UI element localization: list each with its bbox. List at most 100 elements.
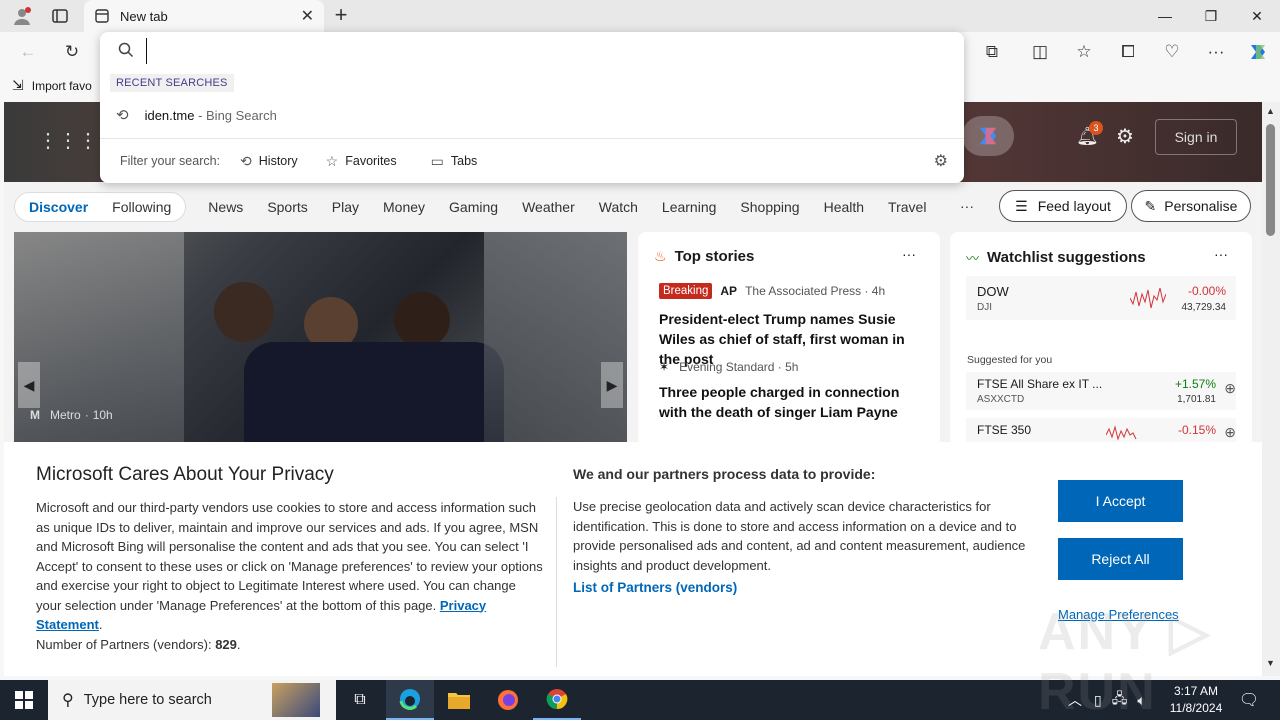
personalise-button[interactable]: ✎ Personalise	[1131, 190, 1251, 222]
watchlist-header: 〰 Watchlist suggestions	[966, 248, 1146, 267]
hero-prev-button[interactable]: ◀	[18, 362, 40, 408]
hero-source-line: M Metro · 10h	[30, 408, 113, 422]
top-stories-card: ♨ Top stories ··· Breaking AP The Associ…	[638, 232, 940, 442]
refresh-button[interactable]: ↻	[56, 36, 88, 68]
tab-title: New tab	[120, 8, 168, 24]
nav-tab-gaming[interactable]: Gaming	[437, 193, 510, 221]
partners-list-link[interactable]: List of Partners (vendors)	[573, 580, 737, 595]
extensions-icon[interactable]: ⧉	[976, 36, 1008, 68]
split-screen-icon[interactable]: ◫	[1024, 36, 1056, 68]
nav-group-pill: Discover Following	[14, 192, 187, 222]
hero-story-card[interactable]: ◀ ▶ M Metro · 10h	[14, 232, 627, 442]
address-bar-input[interactable]	[146, 38, 946, 64]
breaking-badge: Breaking	[659, 283, 713, 299]
accept-button[interactable]: I Accept	[1058, 480, 1183, 522]
minimize-button[interactable]: —	[1142, 0, 1188, 32]
scroll-up-arrow-icon[interactable]: ▲	[1266, 106, 1275, 116]
filter-history-label: History	[258, 154, 298, 168]
nav-tab-news[interactable]: News	[196, 193, 255, 221]
nav-tab-following[interactable]: Following	[100, 193, 183, 221]
tab-new-tab[interactable]: New tab ✕	[84, 0, 324, 32]
nav-tab-travel[interactable]: Travel	[876, 193, 938, 221]
search-settings-gear-icon[interactable]: ⚙	[934, 151, 948, 171]
search-suggestion-item[interactable]: ⟲ iden.tme - Bing Search	[100, 100, 964, 130]
flame-icon: ♨	[654, 248, 667, 264]
apps-grid-icon[interactable]: ⋮⋮⋮	[38, 128, 98, 153]
metro-logo-icon: M	[30, 408, 40, 422]
collections-icon[interactable]: ⧠	[1112, 36, 1144, 68]
nav-tab-play[interactable]: Play	[320, 193, 371, 221]
scroll-down-arrow-icon[interactable]: ▼	[1266, 658, 1275, 668]
page-scrollbar[interactable]: ▲ ▼	[1262, 102, 1280, 676]
profile-icon[interactable]	[8, 4, 36, 28]
nav-tab-watch[interactable]: Watch	[587, 193, 650, 221]
close-window-button[interactable]: ✕	[1234, 0, 1280, 32]
close-tab-icon[interactable]: ✕	[301, 6, 314, 26]
top-stories-more-icon[interactable]: ···	[902, 246, 916, 262]
favorites-star-icon[interactable]: ☆	[1068, 36, 1100, 68]
sign-in-button[interactable]: Sign in	[1155, 119, 1237, 155]
story-2-headline[interactable]: Three people charged in connection with …	[659, 382, 924, 422]
task-view-button[interactable]: ⧉	[336, 680, 384, 720]
recent-searches-label: RECENT SEARCHES	[110, 74, 234, 92]
nav-tab-money[interactable]: Money	[371, 193, 437, 221]
watchlist-row-ftse-350[interactable]: FTSE 350 -0.15% ⊕	[966, 418, 1236, 442]
browser-essentials-icon[interactable]: ♡	[1156, 36, 1188, 68]
scroll-thumb[interactable]	[1266, 124, 1275, 236]
story-1-meta: Breaking AP The Associated Press · 4h	[659, 283, 885, 299]
import-favorites-button[interactable]: ⇲ Import favo	[12, 77, 92, 94]
nav-tab-discover[interactable]: Discover	[17, 193, 100, 221]
ftse-350-sparkline	[1106, 425, 1137, 441]
nav-more-button[interactable]: ···	[960, 198, 974, 214]
ftse-350-name: FTSE 350	[977, 423, 1032, 437]
filter-favorites-label: Favorites	[345, 154, 397, 168]
new-tab-button[interactable]: +	[330, 4, 352, 28]
settings-more-icon[interactable]: ···	[1200, 36, 1232, 68]
firefox-icon[interactable]	[484, 680, 532, 720]
privacy-consent-banner: Microsoft Cares About Your Privacy Micro…	[4, 442, 1262, 720]
nav-tab-weather[interactable]: Weather	[510, 193, 587, 221]
ftse-all-change: +1.57%	[1174, 377, 1216, 391]
hero-source: Metro	[50, 408, 81, 422]
nav-tab-health[interactable]: Health	[812, 193, 876, 221]
nav-tab-learning[interactable]: Learning	[650, 193, 729, 221]
taskbar-search-box[interactable]: ⚲ Type here to search	[48, 680, 336, 720]
chrome-icon[interactable]	[533, 680, 581, 720]
nav-tab-shopping[interactable]: Shopping	[728, 193, 811, 221]
copilot-icon[interactable]	[1242, 36, 1274, 68]
add-ftse-350-icon[interactable]: ⊕	[1224, 424, 1236, 441]
dow-sub: DJI	[977, 302, 992, 313]
filter-tabs-button[interactable]: ▭ Tabs	[431, 153, 478, 170]
back-button[interactable]: ←	[12, 36, 44, 68]
start-button[interactable]	[0, 680, 48, 720]
add-to-watchlist-icon[interactable]: ⊕	[1224, 380, 1236, 397]
copilot-header-icon[interactable]	[962, 116, 1014, 156]
feed-layout-button[interactable]: ☰ Feed layout	[999, 190, 1127, 222]
privacy-body-text: Microsoft and our third-party vendors us…	[36, 500, 543, 613]
watchlist-more-icon[interactable]: ···	[1214, 246, 1228, 262]
ftse-350-change: -0.15%	[1177, 423, 1216, 437]
watchlist-row-ftse-all-share[interactable]: FTSE All Share ex IT ... ASXXCTD +1.57% …	[966, 372, 1236, 410]
restore-button[interactable]: ❐	[1188, 0, 1234, 32]
suggestion-source: - Bing Search	[194, 107, 277, 123]
dow-name: DOW	[977, 284, 1009, 299]
tab-actions-icon[interactable]	[48, 6, 72, 26]
watchlist-row-dow[interactable]: DOW DJI -0.00% 43,729.34	[966, 276, 1236, 320]
watchlist-card: 〰 Watchlist suggestions ··· DOW DJI -0.0…	[950, 232, 1252, 442]
file-explorer-icon[interactable]	[435, 680, 483, 720]
filter-history-button[interactable]: ⟲ History	[240, 153, 298, 170]
story-2-meta: ✶ Evening Standard · 5h	[659, 360, 798, 374]
personalise-label: Personalise	[1164, 198, 1238, 214]
search-icon	[118, 42, 134, 63]
filter-favorites-button[interactable]: ☆ Favorites	[326, 153, 397, 170]
personalise-icon: ✎	[1144, 197, 1157, 214]
msn-settings-gear-icon[interactable]: ⚙	[1116, 124, 1134, 149]
tabs-icon: ▭	[430, 152, 444, 169]
edge-taskbar-icon[interactable]	[386, 680, 434, 720]
taskbar-search-icon: ⚲	[62, 692, 74, 709]
hero-next-button[interactable]: ▶	[601, 362, 623, 408]
ftse-all-name: FTSE All Share ex IT ...	[977, 377, 1103, 391]
reject-all-button[interactable]: Reject All	[1058, 538, 1183, 580]
nav-tab-sports[interactable]: Sports	[255, 193, 319, 221]
address-bar-dropdown: RECENT SEARCHES ⟲ iden.tme - Bing Search…	[100, 32, 964, 183]
